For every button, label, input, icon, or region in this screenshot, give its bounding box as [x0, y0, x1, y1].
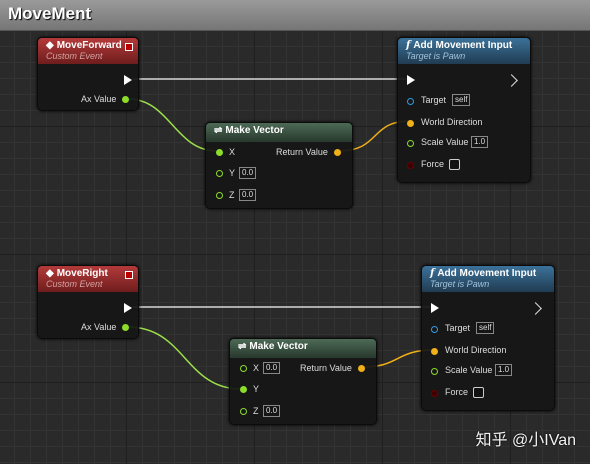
- z-label: Z: [229, 190, 235, 200]
- return-value-label: Return Value: [276, 147, 328, 157]
- make-vector-title: Make Vector: [249, 341, 308, 352]
- z-label: Z: [253, 406, 259, 416]
- target-value[interactable]: self: [452, 94, 471, 106]
- y-label: Y: [253, 384, 260, 394]
- function-icon: f: [406, 40, 411, 51]
- event-title: MoveForward: [56, 40, 122, 51]
- z-pin[interactable]: [216, 192, 223, 199]
- event-title: MoveRight: [56, 268, 108, 279]
- event-subtitle: Custom Event: [46, 51, 103, 61]
- force-label: Force: [445, 387, 469, 397]
- target-is-pawn-subtitle: Target is Pawn: [430, 279, 490, 289]
- ax-value-pin[interactable]: [122, 96, 129, 103]
- world-direction-pin[interactable]: [407, 120, 414, 127]
- y-pin[interactable]: [240, 386, 247, 393]
- target-pin[interactable]: [431, 326, 438, 333]
- ax-value-label: Ax Value: [81, 322, 117, 332]
- scale-value-input[interactable]: 1.0: [495, 364, 513, 376]
- y-value-input[interactable]: 0.0: [239, 167, 257, 179]
- x-label: X: [253, 363, 260, 373]
- add-movement-input-title: Add Movement Input: [437, 268, 537, 279]
- scale-value-label: Scale Value: [445, 365, 493, 375]
- x-value-input[interactable]: 0.0: [263, 362, 281, 374]
- scale-value-label: Scale Value: [421, 137, 469, 147]
- world-direction-label: World Direction: [445, 345, 507, 355]
- return-value-label: Return Value: [300, 363, 352, 373]
- exec-out-pin[interactable]: [124, 75, 132, 85]
- float-wire: [127, 326, 242, 390]
- add-movement-input-header: f Add Movement Input Target is Pawn: [398, 38, 530, 64]
- scale-value-pin[interactable]: [431, 368, 438, 375]
- force-label: Force: [421, 159, 445, 169]
- event-icon: ◆: [46, 268, 54, 279]
- event-node-move-forward[interactable]: ◆ MoveForward Custom Event Ax Value: [37, 37, 139, 111]
- world-direction-label: World Direction: [421, 117, 483, 127]
- function-icon: ⇌: [238, 341, 247, 352]
- z-pin[interactable]: [240, 408, 247, 415]
- event-icon: ◆: [46, 40, 54, 51]
- force-checkbox[interactable]: [473, 387, 484, 398]
- make-vector-header: ⇌ Make Vector: [206, 123, 352, 142]
- function-icon: f: [430, 268, 435, 279]
- delegate-pin-icon[interactable]: [125, 43, 133, 51]
- force-pin[interactable]: [431, 390, 438, 397]
- event-subtitle: Custom Event: [46, 279, 103, 289]
- exec-out-pin[interactable]: [505, 74, 518, 87]
- world-direction-pin[interactable]: [431, 348, 438, 355]
- target-value[interactable]: self: [476, 322, 495, 334]
- scale-value-input[interactable]: 1.0: [471, 136, 489, 148]
- make-vector-node[interactable]: ⇌ Make Vector X 0.0 Return Value Y Z 0.0: [229, 338, 377, 425]
- exec-out-pin[interactable]: [529, 302, 542, 315]
- function-icon: ⇌: [214, 125, 223, 136]
- y-label: Y: [229, 168, 236, 178]
- target-pin[interactable]: [407, 98, 414, 105]
- target-label: Target: [445, 323, 471, 333]
- add-movement-input-node[interactable]: f Add Movement Input Target is Pawn Targe…: [397, 37, 531, 183]
- scale-value-pin[interactable]: [407, 140, 414, 147]
- x-pin[interactable]: [216, 149, 223, 156]
- target-is-pawn-subtitle: Target is Pawn: [406, 51, 466, 61]
- make-vector-title: Make Vector: [225, 125, 284, 136]
- force-pin[interactable]: [407, 162, 414, 169]
- event-node-header: ◆ MoveForward Custom Event: [38, 38, 138, 64]
- return-value-pin[interactable]: [334, 149, 341, 156]
- y-pin[interactable]: [216, 170, 223, 177]
- z-value-input[interactable]: 0.0: [263, 405, 281, 417]
- make-vector-header: ⇌ Make Vector: [230, 339, 376, 358]
- x-label: X: [229, 147, 236, 157]
- ax-value-pin[interactable]: [122, 324, 129, 331]
- ax-value-label: Ax Value: [81, 94, 117, 104]
- exec-out-pin[interactable]: [124, 303, 132, 313]
- x-pin[interactable]: [240, 365, 247, 372]
- event-node-move-right[interactable]: ◆ MoveRight Custom Event Ax Value: [37, 265, 139, 339]
- z-value-input[interactable]: 0.0: [239, 189, 257, 201]
- event-node-header: ◆ MoveRight Custom Event: [38, 266, 138, 292]
- delegate-pin-icon[interactable]: [125, 271, 133, 279]
- add-movement-input-header: f Add Movement Input Target is Pawn: [422, 266, 554, 292]
- target-label: Target: [421, 95, 447, 105]
- watermark: 知乎 @小IVan: [475, 432, 576, 449]
- return-value-pin[interactable]: [358, 365, 365, 372]
- make-vector-node[interactable]: ⇌ Make Vector X Return Value Y 0.0 Z 0.0: [205, 122, 353, 209]
- add-movement-input-node[interactable]: f Add Movement Input Target is Pawn Targe…: [421, 265, 555, 411]
- float-wire: [127, 98, 218, 152]
- add-movement-input-title: Add Movement Input: [413, 40, 513, 51]
- exec-in-pin[interactable]: [407, 75, 415, 85]
- force-checkbox[interactable]: [449, 159, 460, 170]
- exec-in-pin[interactable]: [431, 303, 439, 313]
